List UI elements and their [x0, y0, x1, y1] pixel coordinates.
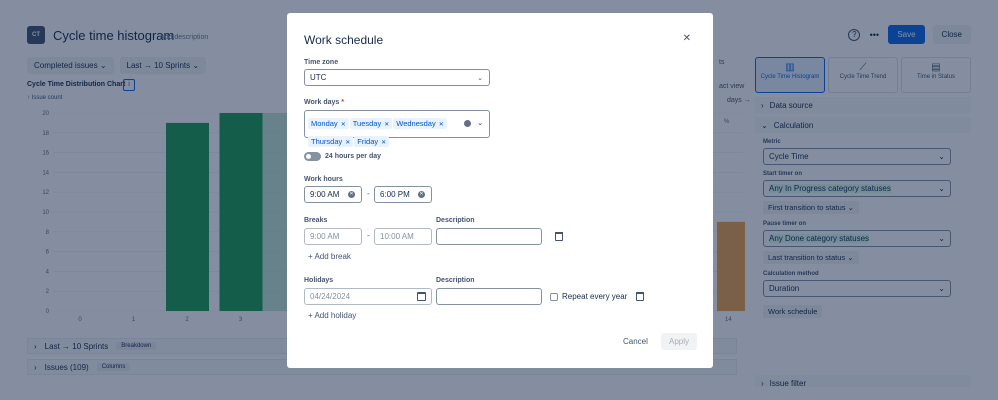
- cancel-button[interactable]: Cancel: [623, 337, 648, 346]
- hours-per-day-toggle[interactable]: [304, 152, 321, 161]
- add-holiday-button[interactable]: + Add holiday: [308, 311, 356, 320]
- work-start-field[interactable]: 9:00 AM ✕: [304, 186, 362, 203]
- time-zone-value: UTC: [310, 73, 327, 82]
- trash-icon[interactable]: [555, 232, 563, 241]
- chip-label: Tuesday: [352, 119, 382, 128]
- break-start-value: 9:00 AM: [310, 232, 340, 241]
- trash-icon[interactable]: [636, 292, 644, 301]
- holiday-description-label: Description: [436, 277, 475, 284]
- chip-thursday: Thursday ✕: [308, 136, 354, 147]
- add-break-label: Add break: [314, 252, 351, 261]
- holidays-label: Holidays: [304, 277, 334, 284]
- work-start-value: 9:00 AM: [310, 190, 340, 199]
- chip-label: Wednesday: [396, 119, 436, 128]
- break-start-field[interactable]: 9:00 AM: [304, 228, 362, 245]
- break-description-input[interactable]: [436, 228, 542, 245]
- chip-monday: Monday ✕: [308, 118, 349, 129]
- breaks-label: Breaks: [304, 217, 328, 224]
- work-hours-label: Work hours: [304, 176, 343, 183]
- repeat-every-year-checkbox[interactable]: [550, 293, 558, 301]
- remove-icon[interactable]: ✕: [345, 140, 350, 146]
- chip-label: Thursday: [311, 137, 343, 146]
- holiday-date-field[interactable]: 04/24/2024: [304, 288, 432, 305]
- hours-per-day-label: 24 hours per day: [325, 153, 382, 160]
- chip-wednesday: Wednesday ✕: [393, 118, 447, 129]
- break-description-label: Description: [436, 217, 475, 224]
- chevron-down-icon: ⌄: [477, 74, 483, 82]
- add-break-button[interactable]: + Add break: [308, 252, 351, 261]
- remove-icon[interactable]: ✕: [439, 122, 444, 128]
- work-days-label-text: Work days: [304, 99, 340, 106]
- work-schedule-dialog: Work schedule ✕ Time zone UTC ⌄ Work day…: [287, 13, 713, 368]
- work-days-multiselect[interactable]: Monday ✕ Tuesday ✕ Wednesday ✕ Thursday ✕ Friday…: [304, 110, 490, 147]
- work-days-label: Work days *: [304, 99, 344, 106]
- remove-icon[interactable]: ✕: [381, 140, 386, 146]
- chip-label: Monday: [311, 119, 338, 128]
- holiday-description-input[interactable]: [436, 288, 542, 305]
- add-holiday-label: Add holiday: [314, 311, 357, 320]
- required-mark: *: [341, 99, 344, 106]
- time-zone-select[interactable]: UTC ⌄: [304, 69, 490, 86]
- chip-friday: Friday ✕: [354, 136, 390, 147]
- clear-icon[interactable]: [464, 120, 471, 127]
- dialog-title: Work schedule: [304, 33, 384, 47]
- holiday-date-value: 04/24/2024: [310, 292, 351, 301]
- clear-icon[interactable]: ✕: [348, 191, 355, 198]
- repeat-every-year-label: Repeat every year: [562, 292, 628, 301]
- work-end-field[interactable]: 6:00 PM ✕: [374, 186, 432, 203]
- close-icon[interactable]: ✕: [683, 33, 691, 44]
- work-end-value: 6:00 PM: [380, 190, 410, 199]
- chevron-down-icon[interactable]: ⌄: [477, 119, 483, 127]
- range-dash: -: [367, 231, 370, 240]
- chip-tuesday: Tuesday ✕: [349, 118, 393, 129]
- remove-icon[interactable]: ✕: [384, 122, 389, 128]
- calendar-icon[interactable]: [417, 292, 426, 301]
- break-end-value: 10:00 AM: [380, 232, 414, 241]
- clear-icon[interactable]: ✕: [418, 191, 425, 198]
- range-dash: -: [367, 189, 370, 198]
- remove-icon[interactable]: ✕: [341, 122, 346, 128]
- time-zone-label: Time zone: [304, 59, 339, 66]
- break-end-field[interactable]: 10:00 AM: [374, 228, 432, 245]
- chip-label: Friday: [357, 137, 379, 146]
- apply-button[interactable]: Apply: [661, 333, 698, 350]
